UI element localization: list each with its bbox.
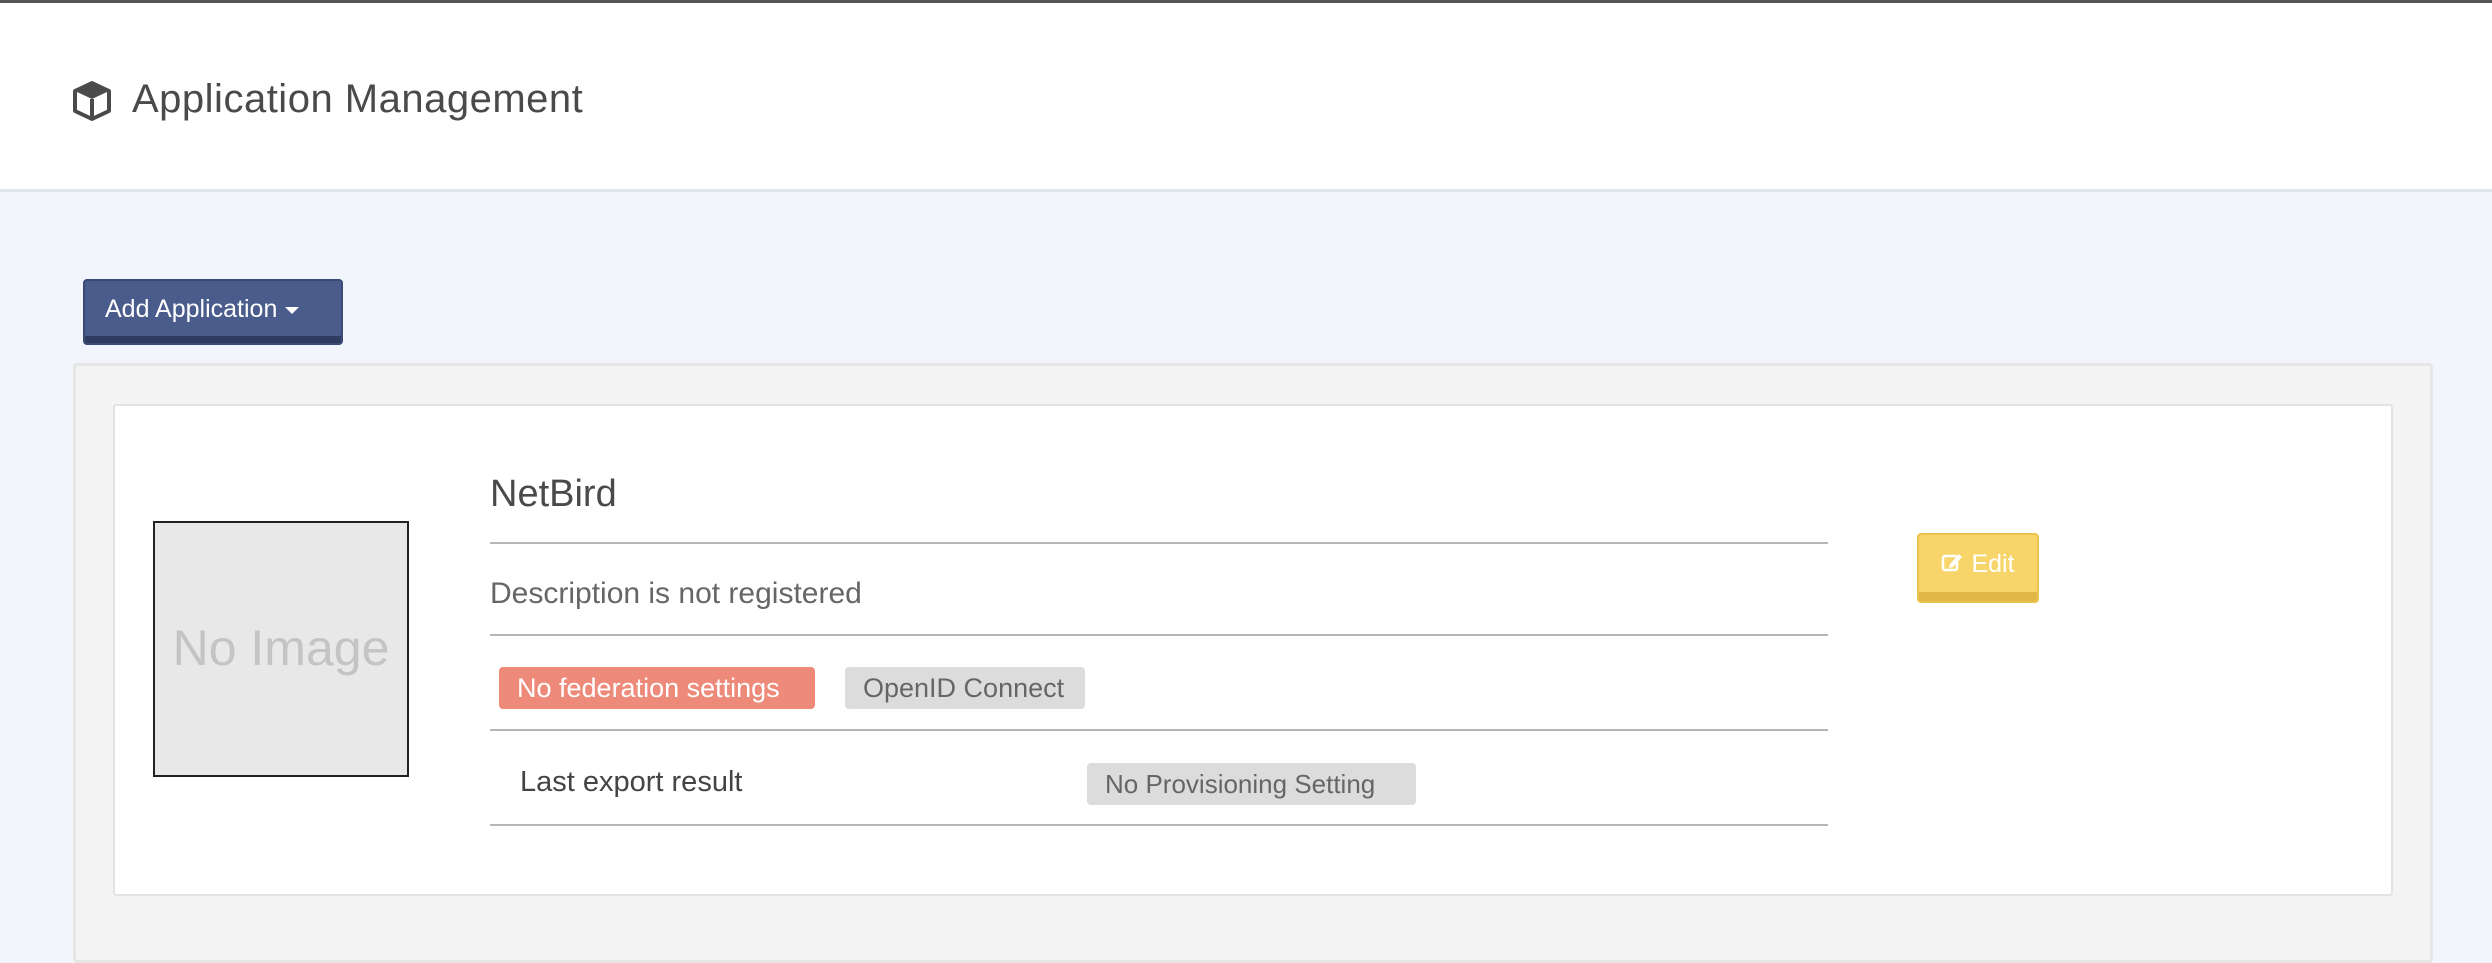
application-image-placeholder: No Image bbox=[153, 521, 409, 777]
edit-icon bbox=[1942, 554, 1963, 572]
application-description: Description is not registered bbox=[490, 577, 862, 610]
divider bbox=[490, 634, 1828, 636]
add-application-label: Add Application bbox=[105, 295, 278, 323]
add-application-button[interactable]: Add Application bbox=[83, 279, 343, 345]
provisioning-status-badge: No Provisioning Setting bbox=[1087, 763, 1416, 805]
edit-button[interactable]: Edit bbox=[1917, 533, 2039, 603]
application-name: NetBird bbox=[490, 473, 617, 515]
cube-icon bbox=[73, 81, 111, 121]
application-card bbox=[113, 404, 2393, 896]
page-header: Application Management bbox=[0, 3, 2492, 192]
divider bbox=[490, 542, 1828, 544]
divider bbox=[490, 729, 1828, 731]
caret-down-icon bbox=[285, 306, 300, 314]
last-export-label: Last export result bbox=[520, 766, 743, 798]
protocol-badge: OpenID Connect bbox=[845, 667, 1085, 709]
page-title: Application Management bbox=[132, 77, 584, 121]
edit-label: Edit bbox=[1971, 550, 2015, 578]
federation-status-badge: No federation settings bbox=[499, 667, 815, 709]
divider bbox=[490, 824, 1828, 826]
